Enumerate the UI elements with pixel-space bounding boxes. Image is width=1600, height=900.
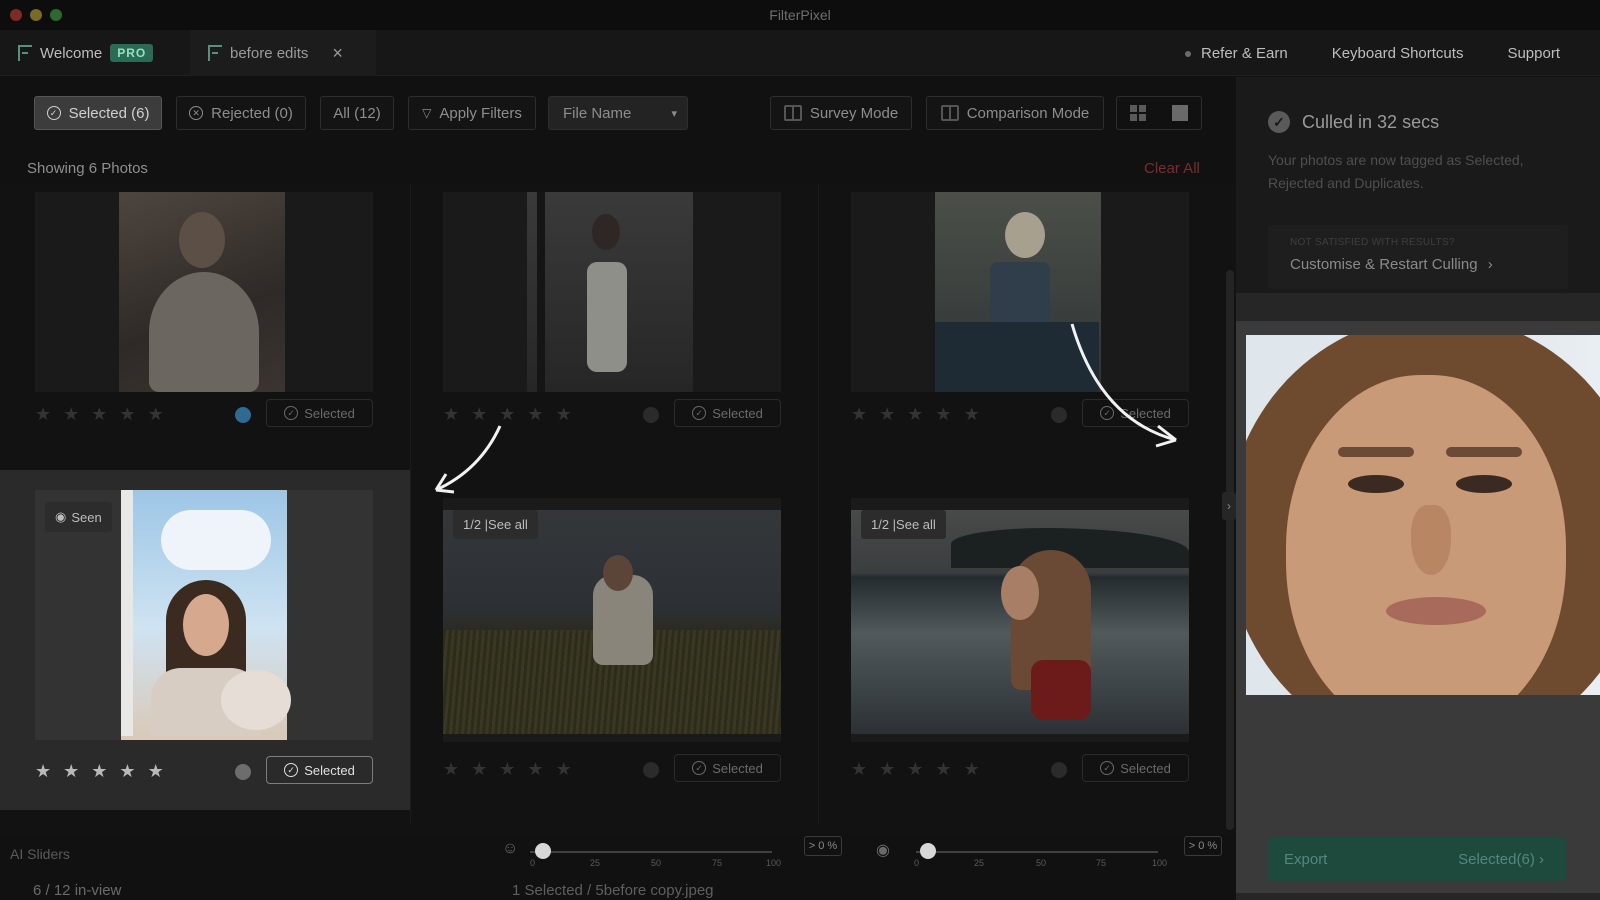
- eye-slider[interactable]: ◉ 0 25 50 75 100 > 0 %: [876, 836, 1226, 872]
- check-circle-icon: ✓: [1268, 111, 1290, 133]
- collapse-panel-button[interactable]: ›: [1222, 492, 1236, 520]
- face-detect-icon: ☺: [502, 840, 519, 857]
- slider-track[interactable]: [530, 851, 772, 853]
- eye-icon: ◉: [876, 842, 890, 859]
- right-panel: ✓ Culled in 32 secs Your photos are now …: [1236, 77, 1600, 900]
- annotation-arrows: [434, 323, 1177, 494]
- preview-header: [1236, 293, 1600, 321]
- selection-status: 1 Selected / 5before copy.jpeg: [512, 882, 714, 899]
- in-view-count: 6 / 12 in-view: [33, 882, 122, 899]
- slider-percent: > 0 %: [804, 836, 842, 856]
- not-satisfied-label: NOT SATISFIED WITH RESULTS?: [1290, 237, 1455, 248]
- slider-track[interactable]: [916, 851, 1158, 853]
- chevron-right-icon: ›: [1539, 850, 1544, 868]
- top-links: Refer & Earn Keyboard Shortcuts Support: [1184, 30, 1560, 76]
- export-button[interactable]: Export Selected(6) ›: [1268, 837, 1566, 881]
- slider-percent: > 0 %: [1184, 836, 1222, 856]
- slider-knob[interactable]: [920, 843, 936, 859]
- support-link[interactable]: Support: [1507, 45, 1560, 62]
- preview-image[interactable]: [1246, 335, 1600, 695]
- chevron-right-icon: ›: [1487, 256, 1493, 273]
- annotation-arrow-right-icon: [1070, 323, 1177, 442]
- slider-knob[interactable]: [535, 843, 551, 859]
- ai-sliders-label: AI Sliders: [10, 846, 70, 862]
- bottom-bar: AI Sliders 6 / 12 in-view 1 Selected / 5…: [0, 836, 1236, 900]
- culled-description: Your photos are now tagged as Selected, …: [1268, 152, 1524, 191]
- restart-culling-link[interactable]: Customise & Restart Culling ›: [1290, 256, 1493, 273]
- annotation-arrow-left-icon: [435, 425, 502, 492]
- preview-footer: [1236, 893, 1600, 900]
- grid-scrollbar[interactable]: [1226, 270, 1234, 830]
- culled-status: ✓ Culled in 32 secs: [1268, 111, 1439, 133]
- face-slider[interactable]: ☺ 0 25 50 75 100 > 0 %: [502, 836, 842, 872]
- preview-area: [1236, 321, 1600, 893]
- keyboard-shortcuts-link[interactable]: Keyboard Shortcuts: [1332, 45, 1464, 62]
- restart-culling-box: NOT SATISFIED WITH RESULTS? Customise & …: [1268, 225, 1568, 289]
